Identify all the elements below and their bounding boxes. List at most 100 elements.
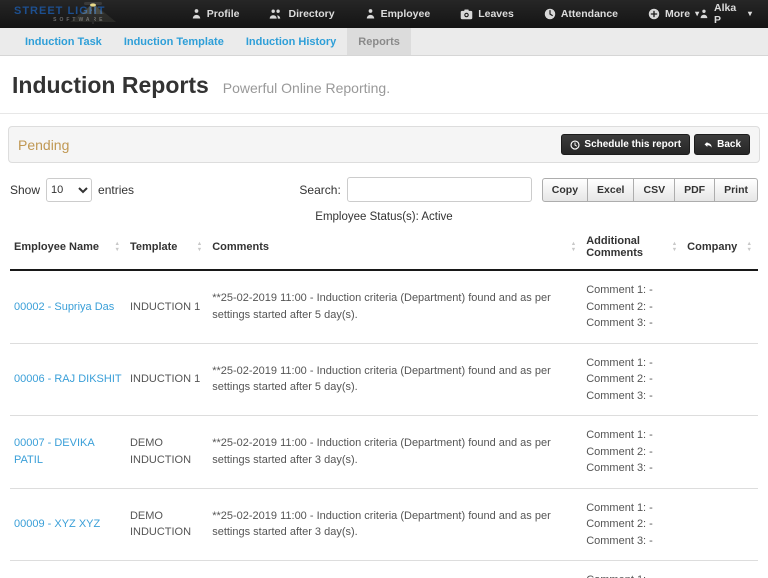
page-subtitle: Powerful Online Reporting.: [223, 80, 390, 96]
back-button[interactable]: Back: [694, 134, 750, 155]
schedule-report-button[interactable]: Schedule this report: [561, 134, 690, 155]
user-icon: [191, 8, 202, 20]
show-entries-group: Show 10 entries: [10, 178, 134, 202]
sort-icon: ▲▼: [197, 241, 204, 253]
brand-logo[interactable]: STREET LIGHT SOFTWARE: [0, 0, 191, 28]
additional-comments-cell: Comment 1: - Comment 2: - Comment 3: -: [582, 488, 683, 561]
search-input[interactable]: [347, 177, 532, 202]
export-button-group: Copy Excel CSV PDF Print: [542, 178, 758, 202]
show-label: Show: [10, 183, 40, 197]
table-controls: Show 10 entries Search: Copy Excel CSV P…: [10, 177, 758, 202]
column-header-additional-comments[interactable]: Additional Comments▲▼: [582, 225, 683, 270]
entries-label: entries: [98, 183, 134, 197]
company-cell: [683, 561, 758, 578]
section-tabbar: Induction Task Induction Template Induct…: [0, 28, 768, 56]
nav-item-label: Profile: [207, 8, 240, 20]
nav-item-leaves[interactable]: Leaves: [460, 8, 514, 20]
column-header-comments[interactable]: Comments ▲▼: [208, 225, 582, 270]
sort-icon: ▲▼: [114, 241, 121, 253]
tab-reports[interactable]: Reports: [347, 28, 411, 55]
sort-icon: ▲▼: [672, 241, 679, 253]
user-menu[interactable]: Alka P ▾: [699, 2, 752, 26]
template-cell: INDUCTION 1: [126, 561, 208, 578]
tab-induction-task[interactable]: Induction Task: [14, 28, 113, 55]
nav-item-directory[interactable]: Directory: [269, 8, 334, 20]
induction-report-table: Employee Name ▲▼ Template ▲▼ Comments ▲▼ Ad…: [10, 225, 758, 578]
column-label: Comments: [212, 241, 269, 253]
comments-cell: **25-02-2019 11:00 - Induction criteria …: [208, 343, 582, 416]
company-cell: [683, 416, 758, 489]
nav-item-more[interactable]: More ▾: [648, 8, 699, 20]
print-button[interactable]: Print: [714, 178, 758, 202]
page-title: Induction Reports: [12, 72, 209, 99]
panel-title: Pending: [18, 137, 69, 153]
search-label: Search:: [299, 183, 340, 197]
table-row: 00009 - XYZ XYZ DEMO INDUCTION **25-02-2…: [10, 488, 758, 561]
csv-button[interactable]: CSV: [633, 178, 675, 202]
pdf-button[interactable]: PDF: [674, 178, 715, 202]
table-header-row: Employee Name ▲▼ Template ▲▼ Comments ▲▼ Ad…: [10, 225, 758, 270]
table-row: 00007 - DEVIKA PATIL DEMO INDUCTION **25…: [10, 416, 758, 489]
user-icon: [365, 8, 376, 20]
template-cell: INDUCTION 1: [126, 270, 208, 343]
nav-item-profile[interactable]: Profile: [191, 8, 240, 20]
template-cell: DEMO INDUCTION: [126, 488, 208, 561]
nav-item-label: Attendance: [561, 8, 618, 20]
employee-link[interactable]: 00002 - Supriya Das: [14, 301, 114, 313]
page-size-select[interactable]: 10: [46, 178, 92, 202]
column-header-template[interactable]: Template ▲▼: [126, 225, 208, 270]
camera-icon: [460, 9, 473, 20]
employee-link[interactable]: 00007 - DEVIKA PATIL: [14, 437, 94, 466]
table-row: 00013 - Rutuja Tiwari INDUCTION 1 **25-0…: [10, 561, 758, 578]
nav-item-employee[interactable]: Employee: [365, 8, 431, 20]
page-head: Induction Reports Powerful Online Report…: [0, 56, 768, 111]
user-name: Alka P: [714, 2, 743, 26]
comments-cell: **25-02-2019 11:00 - Induction criteria …: [208, 561, 582, 578]
column-header-employee-name[interactable]: Employee Name ▲▼: [10, 225, 126, 270]
nav-items: Profile Directory Employee Leaves Attend…: [191, 8, 699, 20]
additional-comments-cell: Comment 1: - Comment 2: - Comment 3: -: [582, 270, 683, 343]
caret-down-icon: ▾: [748, 10, 752, 18]
column-label: Employee Name: [14, 241, 99, 253]
copy-button[interactable]: Copy: [542, 178, 588, 202]
company-cell: [683, 343, 758, 416]
template-cell: DEMO INDUCTION: [126, 416, 208, 489]
plus-circle-icon: [648, 8, 660, 20]
search-group: Search:: [299, 177, 531, 202]
comments-cell: **25-02-2019 11:00 - Induction criteria …: [208, 416, 582, 489]
employee-link[interactable]: 00006 - RAJ DIKSHIT: [14, 373, 122, 385]
back-label: Back: [717, 139, 741, 150]
company-cell: [683, 270, 758, 343]
streetlight-logo-icon: [58, 0, 128, 26]
sort-icon: ▲▼: [747, 241, 754, 253]
heading-divider: [0, 113, 768, 114]
tab-induction-history[interactable]: Induction History: [235, 28, 347, 55]
nav-item-attendance[interactable]: Attendance: [544, 8, 618, 20]
pending-panel-heading: Pending Schedule this report Back: [8, 126, 760, 163]
employee-link[interactable]: 00009 - XYZ XYZ: [14, 518, 100, 530]
nav-item-label: Employee: [381, 8, 431, 20]
column-label: Company: [687, 241, 737, 253]
tab-induction-template[interactable]: Induction Template: [113, 28, 235, 55]
schedule-report-label: Schedule this report: [584, 139, 681, 150]
additional-comments-cell: Comment 1: - Comment 2: - Comment 3: -: [582, 343, 683, 416]
comments-cell: **25-02-2019 11:00 - Induction criteria …: [208, 488, 582, 561]
user-icon: [699, 8, 709, 20]
comments-cell: **25-02-2019 11:00 - Induction criteria …: [208, 270, 582, 343]
back-arrow-icon: [703, 140, 713, 150]
clock-icon: [570, 140, 580, 150]
users-icon: [269, 8, 283, 20]
column-header-company[interactable]: Company ▲▼: [683, 225, 758, 270]
clock-icon: [544, 8, 556, 20]
nav-item-label: Directory: [288, 8, 334, 20]
table-row: 00002 - Supriya Das INDUCTION 1 **25-02-…: [10, 270, 758, 343]
column-label: Template: [130, 241, 177, 253]
nav-item-label: Leaves: [478, 8, 514, 20]
template-cell: INDUCTION 1: [126, 343, 208, 416]
additional-comments-cell: Comment 1: - Comment 2: - Comment 3: -: [582, 416, 683, 489]
company-cell: [683, 488, 758, 561]
sort-icon: ▲▼: [571, 241, 578, 253]
top-navbar: STREET LIGHT SOFTWARE Profile Directory …: [0, 0, 768, 28]
table-row: 00006 - RAJ DIKSHIT INDUCTION 1 **25-02-…: [10, 343, 758, 416]
excel-button[interactable]: Excel: [587, 178, 634, 202]
